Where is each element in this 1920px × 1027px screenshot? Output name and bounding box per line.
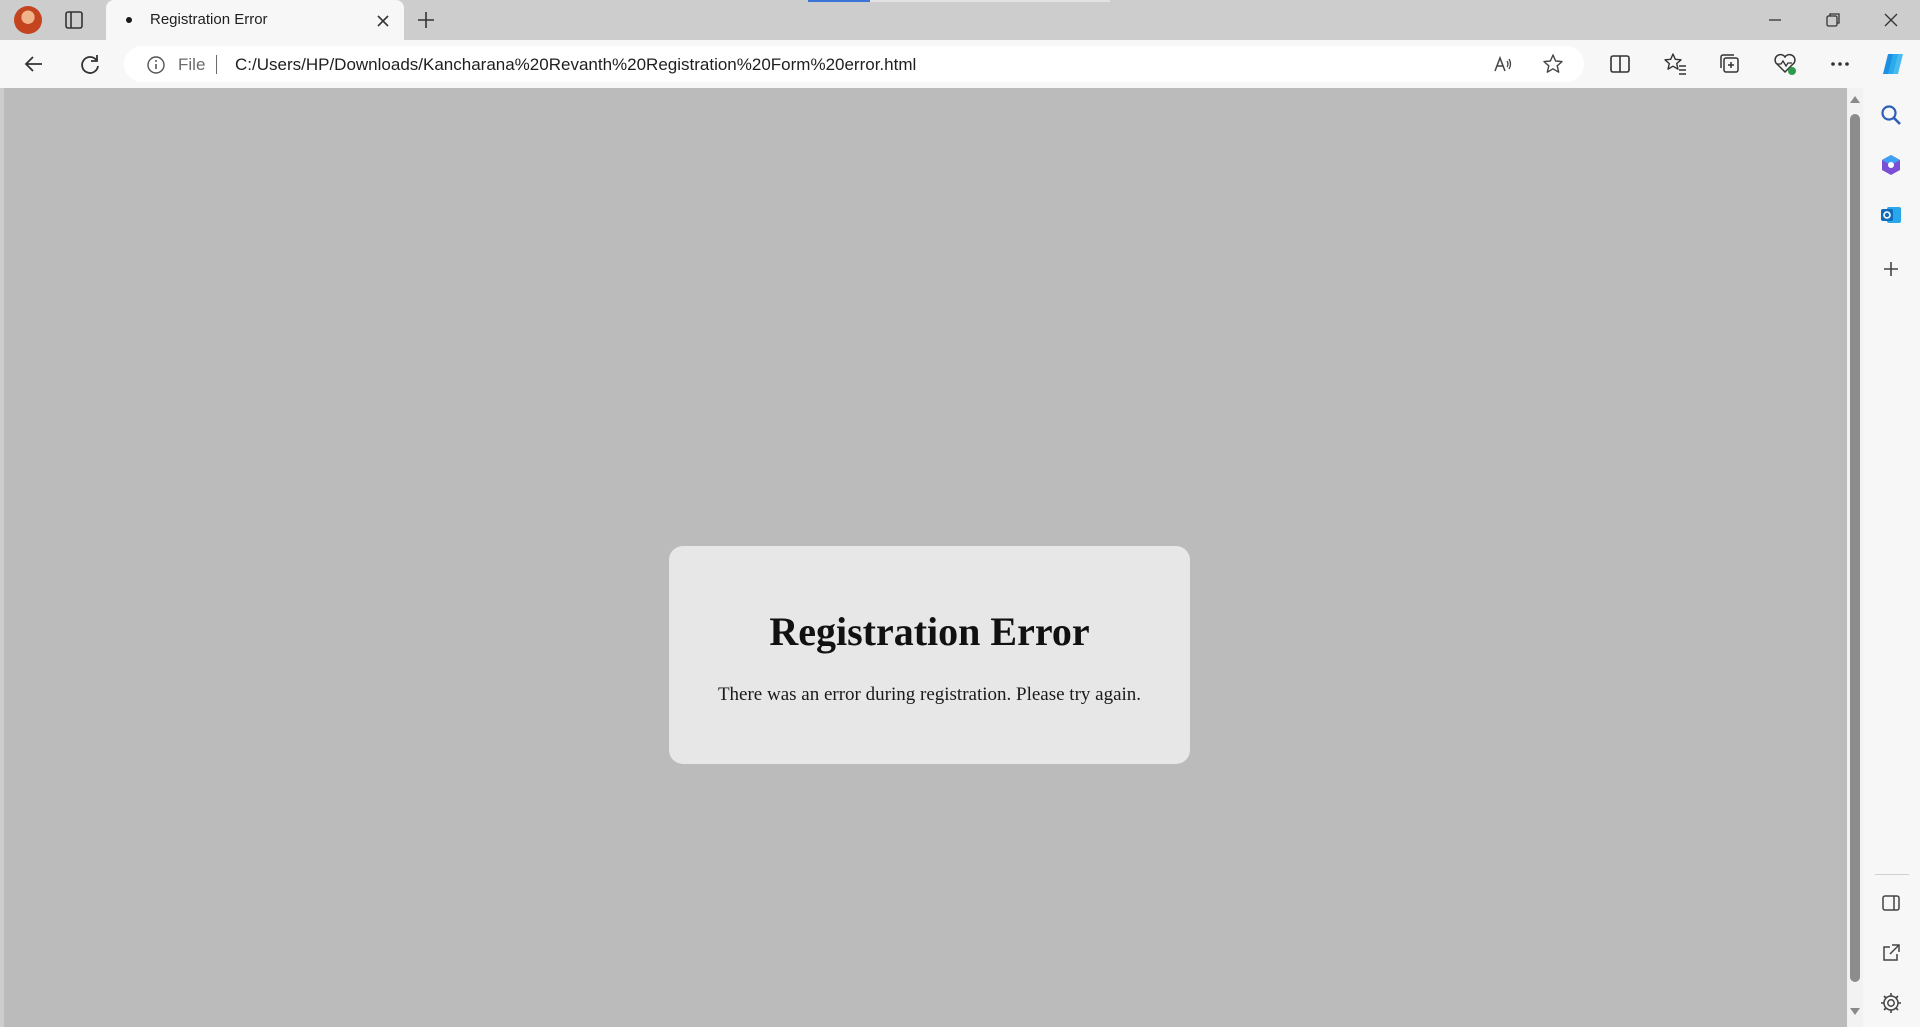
window-close-icon[interactable] [1878, 7, 1904, 33]
edge-sidebar [1863, 88, 1920, 1027]
close-icon[interactable] [372, 10, 394, 32]
plus-icon[interactable] [414, 8, 438, 32]
tab-favicon [126, 17, 132, 23]
scroll-down-arrow-icon[interactable] [1850, 1008, 1860, 1015]
outlook-icon[interactable] [1878, 202, 1904, 228]
tab-strip-indicator [870, 0, 1110, 2]
navigation-bar: File C:/Users/HP/Downloads/Kancharana%20… [0, 40, 1920, 88]
info-icon[interactable] [146, 55, 166, 75]
tab-actions-icon[interactable] [60, 8, 88, 32]
page-title: Registration Error [769, 609, 1090, 654]
scheme-label: File [178, 55, 206, 74]
vertical-scrollbar[interactable] [1847, 88, 1863, 1027]
title-bar: Registration Error [0, 0, 1920, 40]
error-card: Registration Error There was an error du… [669, 546, 1190, 764]
more-icon[interactable] [1826, 50, 1854, 78]
tab-title: Registration Error [150, 11, 268, 28]
hide-sidebar-icon[interactable] [1878, 890, 1904, 916]
minimize-icon[interactable] [1762, 7, 1788, 33]
add-icon[interactable] [1878, 256, 1904, 282]
refresh-icon[interactable] [76, 50, 104, 78]
restore-icon[interactable] [1820, 7, 1846, 33]
settings-icon[interactable] [1878, 990, 1904, 1016]
sidebar-divider [1875, 874, 1909, 875]
tab-strip-indicator [808, 0, 870, 2]
scroll-thumb[interactable] [1850, 114, 1860, 982]
star-icon[interactable] [1542, 53, 1564, 75]
split-screen-icon[interactable] [1606, 50, 1634, 78]
scroll-up-arrow-icon[interactable] [1850, 96, 1860, 103]
tab-registration-error[interactable]: Registration Error [106, 0, 404, 40]
address-separator [216, 55, 217, 74]
url-text[interactable]: C:/Users/HP/Downloads/Kancharana%20Revan… [235, 55, 916, 75]
address-bar[interactable]: File C:/Users/HP/Downloads/Kancharana%20… [124, 46, 1584, 82]
heart-pulse-icon[interactable] [1771, 50, 1799, 78]
favorites-icon[interactable] [1661, 50, 1689, 78]
profile-avatar[interactable] [14, 6, 42, 34]
error-message: There was an error during registration. … [717, 684, 1142, 705]
read-aloud-icon[interactable] [1492, 53, 1514, 75]
back-arrow-icon[interactable] [20, 50, 48, 78]
search-icon[interactable] [1878, 102, 1904, 128]
open-external-icon[interactable] [1878, 940, 1904, 966]
page-viewport: Registration Error There was an error du… [4, 88, 1847, 1027]
copilot-icon[interactable] [1879, 50, 1907, 78]
copilot-apps-icon[interactable] [1878, 152, 1904, 178]
collections-icon[interactable] [1716, 50, 1744, 78]
